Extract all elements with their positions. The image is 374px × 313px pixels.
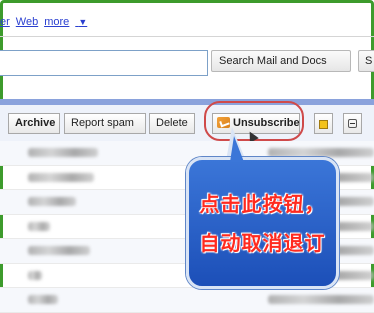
chevron-down-icon: ▼ — [78, 17, 88, 27]
search-web-button[interactable]: S — [358, 50, 374, 72]
mail-row[interactable] — [0, 288, 374, 313]
blurred-sender — [28, 148, 98, 157]
star-icon — [319, 120, 328, 129]
blurred-sender — [28, 221, 50, 231]
callout-line-2: 自动取消退订 — [199, 231, 326, 255]
blurred-sender — [28, 172, 94, 182]
archive-button[interactable]: Archive — [8, 113, 60, 134]
nav-link-web[interactable]: Web — [16, 16, 38, 28]
search-mail-docs-button[interactable]: Search Mail and Docs — [211, 50, 351, 72]
star-button[interactable] — [314, 113, 333, 134]
nav-link-partial[interactable]: er — [0, 16, 10, 28]
more-label: more — [44, 16, 70, 28]
report-spam-button[interactable]: Report spam — [64, 113, 146, 134]
blurred-sender — [28, 295, 58, 304]
blurred-sender — [28, 197, 76, 206]
minus-button[interactable] — [343, 113, 362, 134]
delete-button[interactable]: Delete — [149, 113, 195, 134]
nav-link-more[interactable]: more ▼ — [44, 16, 93, 28]
blurred-subject — [268, 148, 374, 157]
blurred-sender — [28, 270, 42, 280]
search-input[interactable] — [0, 50, 208, 76]
callout-line-1: 点击此按钮， — [199, 192, 326, 216]
top-navigation: er Web more ▼ — [0, 16, 99, 34]
minus-icon — [348, 119, 357, 128]
callout-pointer-inner — [230, 136, 244, 162]
header-divider — [0, 36, 374, 37]
blurred-subject — [268, 295, 374, 304]
blurred-sender — [28, 246, 90, 255]
instruction-callout — [186, 157, 339, 289]
